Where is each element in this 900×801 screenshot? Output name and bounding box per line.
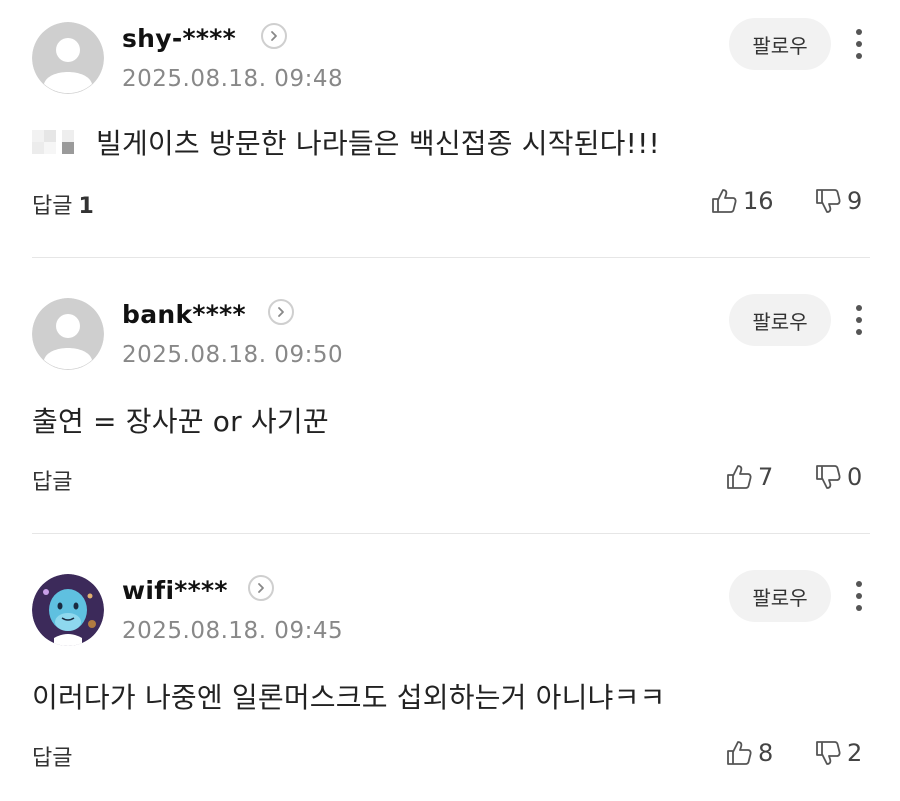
dislike-button[interactable]: 2 xyxy=(813,738,862,768)
timestamp: 2025.08.18. 09:45 xyxy=(122,618,344,644)
avatar[interactable] xyxy=(32,22,104,94)
reply-count: 1 xyxy=(78,194,94,219)
dislike-count: 9 xyxy=(847,187,863,215)
thumbs-down-icon xyxy=(816,741,841,765)
follow-button[interactable]: 팔로우 xyxy=(729,294,831,346)
timestamp: 2025.08.18. 09:50 xyxy=(122,342,344,368)
more-vertical-icon xyxy=(856,305,862,311)
more-vertical-icon xyxy=(856,581,862,587)
thumbs-down-icon xyxy=(816,189,841,213)
reply-button[interactable]: 답글 1 xyxy=(32,188,94,220)
comment-text: 빌게이츠 방문한 나라들은 백신접종 시작된다!!! xyxy=(96,127,660,160)
default-avatar-icon xyxy=(32,22,104,94)
more-dot xyxy=(856,317,862,323)
character-avatar-icon xyxy=(32,574,104,646)
more-options-button[interactable] xyxy=(849,24,869,64)
default-avatar-icon xyxy=(32,298,104,370)
like-button[interactable]: 16 xyxy=(709,186,774,216)
reply-label: 답글 xyxy=(32,194,73,219)
username[interactable]: shy-**** xyxy=(122,24,236,53)
more-dot xyxy=(856,53,862,59)
dislike-count: 2 xyxy=(847,739,863,767)
comment-item: wifi**** 2025.08.18. 09:45 팔로우 이러다가 나중엔 … xyxy=(0,534,900,801)
like-count: 16 xyxy=(743,187,774,215)
like-button[interactable]: 7 xyxy=(724,462,773,492)
avatar[interactable] xyxy=(32,298,104,370)
dislike-count: 0 xyxy=(847,463,863,491)
more-dot xyxy=(856,329,862,335)
dislike-button[interactable]: 9 xyxy=(813,186,862,216)
like-button[interactable]: 8 xyxy=(724,738,773,768)
username[interactable]: bank**** xyxy=(122,300,246,329)
more-dot xyxy=(856,593,862,599)
follow-button[interactable]: 팔로우 xyxy=(729,570,831,622)
like-count: 8 xyxy=(758,739,774,767)
comment-item: bank**** 2025.08.18. 09:50 팔로우 출연 = 장사꾼 … xyxy=(0,258,900,534)
reply-button[interactable]: 답글 xyxy=(32,464,72,496)
chevron-right-icon xyxy=(258,583,264,593)
comment-text: 이러다가 나중엔 일론머스크도 섭외하는거 아니냐ㅋㅋ xyxy=(32,681,666,714)
thumbs-up-icon xyxy=(712,189,737,213)
comment-item: shy-**** 2025.08.18. 09:48 팔로우 빌게이츠 방문한 … xyxy=(0,0,900,258)
chevron-right-icon xyxy=(271,31,277,41)
more-options-button[interactable] xyxy=(849,300,869,340)
follow-button[interactable]: 팔로우 xyxy=(729,18,831,70)
reply-label: 답글 xyxy=(32,746,73,771)
reply-button[interactable]: 답글 xyxy=(32,740,72,772)
comment-text: 출연 = 장사꾼 or 사기꾼 xyxy=(32,405,329,438)
profile-link-button[interactable] xyxy=(248,575,274,601)
chevron-right-icon xyxy=(278,307,284,317)
like-count: 7 xyxy=(758,463,774,491)
more-options-button[interactable] xyxy=(849,576,869,616)
avatar[interactable] xyxy=(32,574,104,646)
comment-text-row: 빌게이츠 방문한 나라들은 백신접종 시작된다!!! xyxy=(32,122,660,162)
thumbs-down-icon xyxy=(816,465,841,489)
timestamp: 2025.08.18. 09:48 xyxy=(122,66,344,92)
more-dot xyxy=(856,41,862,47)
more-dot xyxy=(856,605,862,611)
profile-link-button[interactable] xyxy=(268,299,294,325)
redacted-mosaic xyxy=(32,130,74,154)
thumbs-up-icon xyxy=(727,465,752,489)
thumbs-up-icon xyxy=(727,741,752,765)
dislike-button[interactable]: 0 xyxy=(813,462,862,492)
more-vertical-icon xyxy=(856,29,862,35)
profile-link-button[interactable] xyxy=(261,23,287,49)
username[interactable]: wifi**** xyxy=(122,576,228,605)
reply-label: 답글 xyxy=(32,470,73,495)
